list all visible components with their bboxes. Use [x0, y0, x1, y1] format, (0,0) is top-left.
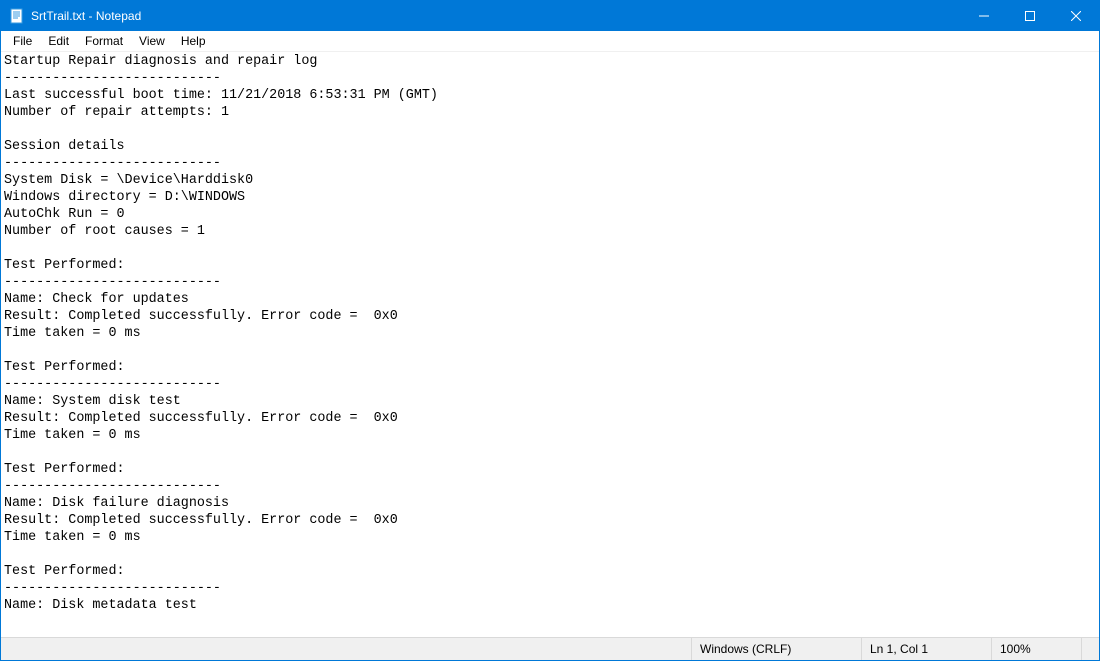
menu-bar: File Edit Format View Help	[1, 31, 1099, 52]
status-spacer	[1, 638, 691, 660]
menu-help[interactable]: Help	[173, 32, 214, 50]
status-extra	[1081, 638, 1099, 660]
status-zoom: 100%	[991, 638, 1081, 660]
menu-format[interactable]: Format	[77, 32, 131, 50]
minimize-button[interactable]	[961, 1, 1007, 31]
title-bar[interactable]: SrtTrail.txt - Notepad	[1, 1, 1099, 31]
menu-edit[interactable]: Edit	[40, 32, 77, 50]
window-title: SrtTrail.txt - Notepad	[31, 9, 961, 23]
close-button[interactable]	[1053, 1, 1099, 31]
editor-area	[1, 52, 1099, 637]
notepad-window: SrtTrail.txt - Notepad File Edit Format …	[0, 0, 1100, 661]
menu-view[interactable]: View	[131, 32, 173, 50]
status-position: Ln 1, Col 1	[861, 638, 991, 660]
menu-file[interactable]: File	[5, 32, 40, 50]
status-bar: Windows (CRLF) Ln 1, Col 1 100%	[1, 637, 1099, 660]
text-editor[interactable]	[1, 52, 1099, 637]
notepad-icon	[9, 8, 25, 24]
maximize-button[interactable]	[1007, 1, 1053, 31]
window-controls	[961, 1, 1099, 31]
status-encoding: Windows (CRLF)	[691, 638, 861, 660]
